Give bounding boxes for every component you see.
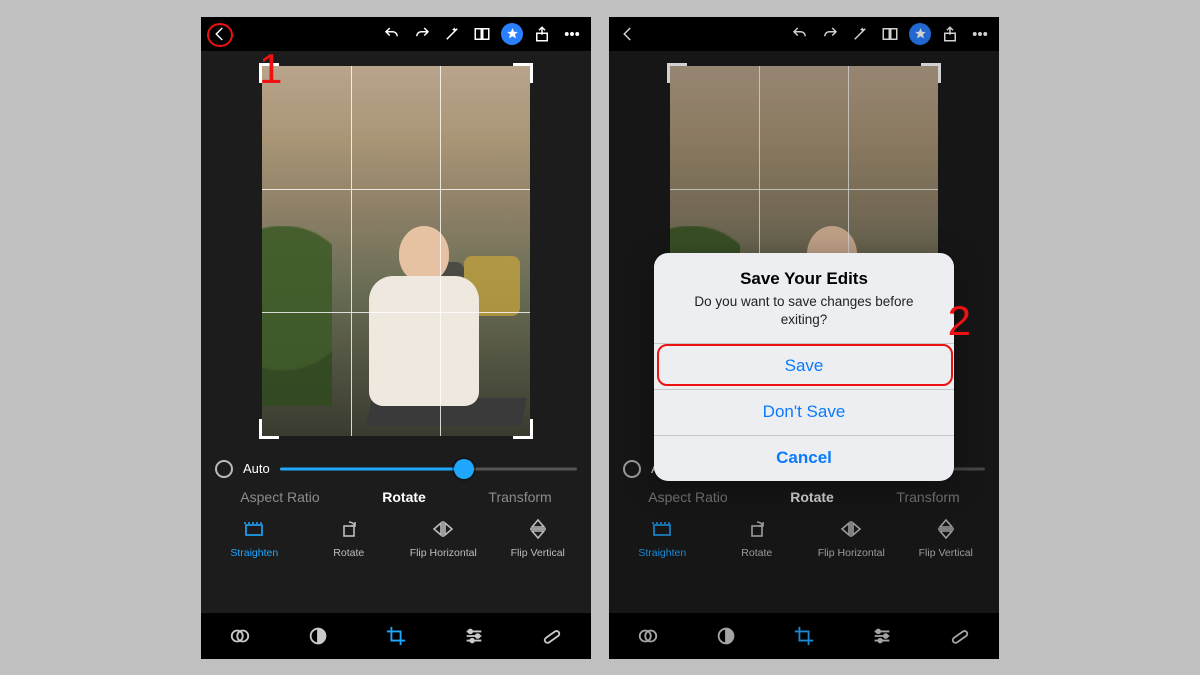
star-icon[interactable]	[501, 23, 523, 45]
tool-straighten-label: Straighten	[230, 547, 278, 559]
tool-flip-h-label: Flip Horizontal	[410, 547, 477, 559]
tool-flip-v[interactable]: Flip Vertical	[491, 517, 586, 559]
tool-straighten[interactable]: Straighten	[207, 517, 302, 559]
auto-label: Auto	[243, 461, 270, 476]
tab-rotate[interactable]: Rotate	[382, 489, 426, 505]
annotation-number-2: 2	[948, 297, 971, 345]
phone-screenshot-2: Auto Aspect Ratio Rotate Transform Strai…	[609, 17, 999, 659]
more-icon[interactable]	[561, 23, 583, 45]
bottom-adjust-icon[interactable]	[460, 622, 488, 650]
tool-rotate[interactable]: Rotate	[302, 517, 397, 559]
annotation-circle-back	[207, 23, 233, 47]
auto-toggle-icon[interactable]	[215, 460, 233, 478]
crop-frame[interactable]	[262, 66, 530, 436]
tab-transform[interactable]: Transform	[488, 489, 551, 505]
geometry-tabs: Aspect Ratio Rotate Transform	[201, 483, 591, 509]
straighten-slider[interactable]	[280, 459, 577, 479]
bottom-heal-icon[interactable]	[538, 622, 566, 650]
annotation-number-1: 1	[259, 45, 282, 93]
tool-flip-h[interactable]: Flip Horizontal	[396, 517, 491, 559]
crop-canvas[interactable]	[201, 51, 591, 451]
bottom-crop-icon[interactable]	[382, 622, 410, 650]
tab-aspect-ratio[interactable]: Aspect Ratio	[240, 489, 319, 505]
alert-message: Do you want to save changes before exiti…	[670, 293, 938, 329]
rotate-tools: Straighten Rotate Flip Horizontal Flip V…	[201, 509, 591, 565]
export-icon[interactable]	[531, 23, 553, 45]
undo-icon[interactable]	[381, 23, 403, 45]
alert-dont-save-button[interactable]: Don't Save	[654, 389, 954, 435]
alert-title: Save Your Edits	[670, 269, 938, 289]
phone-screenshot-1: Auto Aspect Ratio Rotate Transform Strai…	[201, 17, 591, 659]
annotation-rect-save	[657, 344, 953, 386]
crop-handle-tr[interactable]	[513, 63, 533, 83]
bottom-contrast-icon[interactable]	[304, 622, 332, 650]
alert-cancel-button[interactable]: Cancel	[654, 435, 954, 481]
tool-rotate-label: Rotate	[333, 547, 364, 559]
redo-icon[interactable]	[411, 23, 433, 45]
scene-subject	[364, 226, 484, 426]
crop-handle-bl[interactable]	[259, 419, 279, 439]
scene-plant	[262, 226, 332, 406]
bottom-looks-icon[interactable]	[226, 622, 254, 650]
slider-knob[interactable]	[454, 459, 474, 479]
crop-handle-br[interactable]	[513, 419, 533, 439]
bottom-tab-bar	[201, 613, 591, 659]
magic-wand-icon[interactable]	[441, 23, 463, 45]
tool-flip-v-label: Flip Vertical	[511, 547, 565, 559]
compare-icon[interactable]	[471, 23, 493, 45]
straighten-slider-row: Auto	[201, 451, 591, 483]
